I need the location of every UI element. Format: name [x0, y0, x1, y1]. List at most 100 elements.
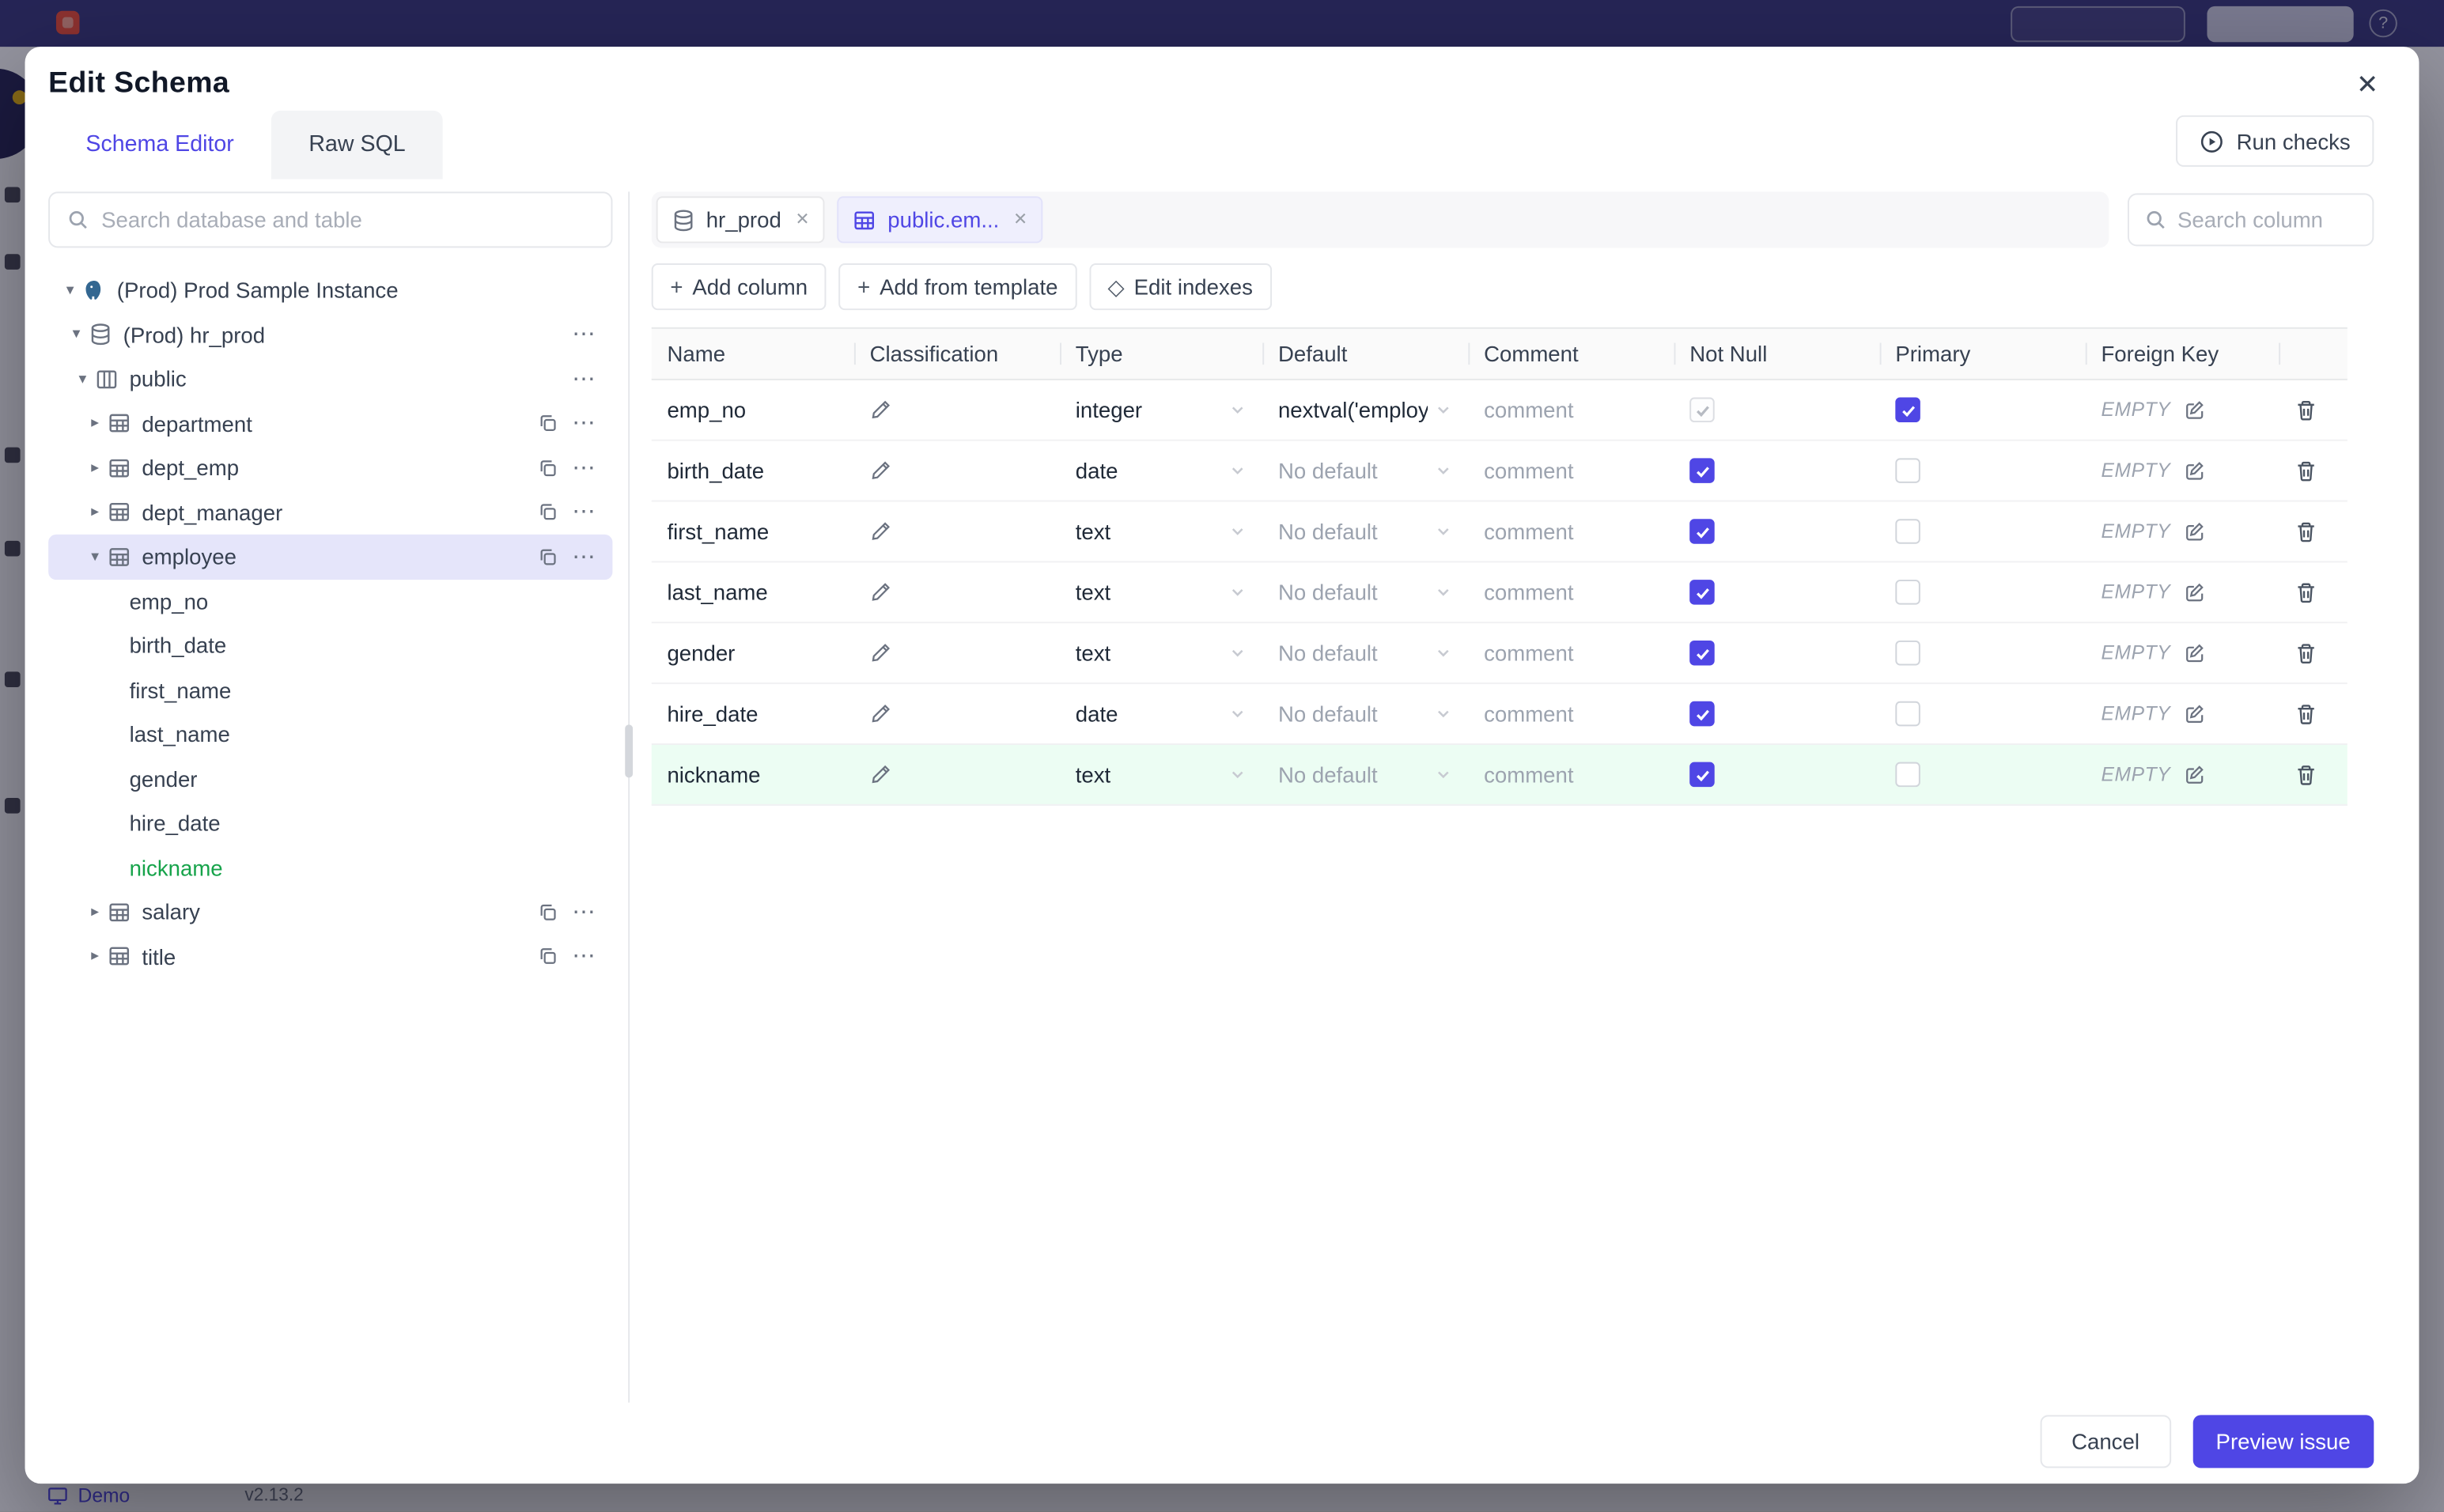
tree-item-prod-prod-sample-instance[interactable]: ▾ (Prod) Prod Sample Instance [48, 268, 612, 312]
caret-right-icon[interactable]: ▸ [82, 459, 108, 477]
more-actions-icon[interactable]: ⋯ [572, 456, 597, 480]
default-select[interactable]: No default [1278, 701, 1453, 726]
close-icon[interactable]: ✕ [2356, 71, 2378, 98]
type-select[interactable]: date [1076, 701, 1247, 726]
toolbar-add-from-template-button[interactable]: + Add from template [838, 263, 1077, 311]
type-select[interactable]: text [1076, 519, 1247, 544]
edit-foreign-key-button[interactable] [2183, 520, 2205, 542]
splitter-handle[interactable] [625, 724, 634, 778]
not-null-checkbox[interactable] [1689, 640, 1715, 666]
comment-input[interactable] [1484, 762, 1659, 788]
close-tab-icon[interactable]: ✕ [796, 210, 810, 229]
preview-issue-button[interactable]: Preview issue [2192, 1415, 2374, 1469]
copy-icon[interactable] [538, 902, 558, 923]
default-select[interactable]: No default [1278, 580, 1453, 605]
comment-input[interactable] [1484, 701, 1659, 727]
delete-column-button[interactable] [2295, 763, 2318, 787]
edit-foreign-key-button[interactable] [2183, 459, 2205, 482]
copy-icon[interactable] [538, 502, 558, 523]
tree-item-department[interactable]: ▸ department ⋯ [48, 401, 612, 445]
caret-right-icon[interactable]: ▸ [82, 903, 108, 920]
not-null-checkbox[interactable] [1689, 762, 1715, 788]
edit-classification-button[interactable] [870, 703, 892, 725]
editor-tab-public-em[interactable]: public.em... ✕ [838, 196, 1043, 244]
tree-item-emp-no[interactable]: emp_no [48, 579, 612, 623]
edit-foreign-key-button[interactable] [2183, 581, 2205, 603]
more-actions-icon[interactable]: ⋯ [572, 368, 597, 391]
toolbar-edit-indexes-button[interactable]: ◇ Edit indexes [1088, 263, 1272, 311]
tree-item-last-name[interactable]: last_name [48, 713, 612, 757]
tree-item-dept-emp[interactable]: ▸ dept_emp ⋯ [48, 446, 612, 490]
primary-checkbox[interactable] [1895, 458, 1920, 483]
comment-input[interactable] [1484, 519, 1659, 544]
caret-down-icon[interactable]: ▾ [70, 371, 96, 388]
tree-item-nickname[interactable]: nickname [48, 845, 612, 890]
cancel-button[interactable]: Cancel [2040, 1415, 2171, 1469]
copy-icon[interactable] [538, 414, 558, 434]
caret-right-icon[interactable]: ▸ [82, 415, 108, 433]
close-tab-icon[interactable]: ✕ [1013, 210, 1027, 229]
comment-input[interactable] [1484, 397, 1659, 423]
copy-icon[interactable] [538, 546, 558, 567]
more-actions-icon[interactable]: ⋯ [572, 945, 597, 969]
edit-foreign-key-button[interactable] [2183, 703, 2205, 725]
more-actions-icon[interactable]: ⋯ [572, 501, 597, 524]
more-actions-icon[interactable]: ⋯ [572, 323, 597, 346]
tree-item-employee[interactable]: ▾ employee ⋯ [48, 534, 613, 580]
comment-input[interactable] [1484, 458, 1659, 483]
comment-input[interactable] [1484, 640, 1659, 666]
not-null-checkbox[interactable] [1689, 519, 1715, 544]
run-checks-button[interactable]: Run checks [2175, 115, 2374, 167]
not-null-checkbox[interactable] [1689, 701, 1715, 727]
delete-column-button[interactable] [2295, 580, 2318, 604]
tree-item-birth-date[interactable]: birth_date [48, 623, 612, 667]
delete-column-button[interactable] [2295, 399, 2318, 422]
default-select[interactable]: No default [1278, 458, 1453, 483]
type-select[interactable]: date [1076, 458, 1247, 483]
delete-column-button[interactable] [2295, 702, 2318, 726]
default-select[interactable]: nextval('employ [1278, 398, 1453, 422]
editor-tab-hr-prod[interactable]: hr_prod ✕ [656, 196, 826, 244]
primary-checkbox[interactable] [1895, 397, 1920, 423]
copy-icon[interactable] [538, 458, 558, 478]
more-actions-icon[interactable]: ⋯ [572, 412, 597, 436]
tree-item-hire-date[interactable]: hire_date [48, 801, 612, 845]
primary-checkbox[interactable] [1895, 701, 1920, 727]
type-select[interactable]: text [1076, 762, 1247, 787]
edit-foreign-key-button[interactable] [2183, 642, 2205, 664]
tab-schema-editor[interactable]: Schema Editor [48, 110, 272, 180]
copy-icon[interactable] [538, 947, 558, 967]
more-actions-icon[interactable]: ⋯ [572, 901, 597, 924]
caret-right-icon[interactable]: ▸ [82, 948, 108, 966]
delete-column-button[interactable] [2295, 641, 2318, 665]
edit-foreign-key-button[interactable] [2183, 764, 2205, 786]
type-select[interactable]: integer [1076, 398, 1247, 422]
default-select[interactable]: No default [1278, 762, 1453, 787]
caret-down-icon[interactable]: ▾ [82, 548, 108, 565]
not-null-checkbox[interactable] [1689, 458, 1715, 483]
default-select[interactable]: No default [1278, 641, 1453, 665]
tab-raw-sql[interactable]: Raw SQL [271, 110, 444, 180]
edit-foreign-key-button[interactable] [2183, 399, 2205, 421]
caret-down-icon[interactable]: ▾ [58, 282, 83, 299]
delete-column-button[interactable] [2295, 459, 2318, 482]
tree-item-prod-hr-prod[interactable]: ▾ (Prod) hr_prod ⋯ [48, 312, 612, 357]
primary-checkbox[interactable] [1895, 640, 1920, 666]
tree-item-public[interactable]: ▾ public ⋯ [48, 357, 612, 401]
tree-item-gender[interactable]: gender [48, 757, 612, 801]
tree-item-salary[interactable]: ▸ salary ⋯ [48, 890, 612, 934]
edit-classification-button[interactable] [870, 764, 892, 786]
more-actions-icon[interactable]: ⋯ [572, 545, 597, 569]
edit-classification-button[interactable] [870, 581, 892, 603]
toolbar-add-column-button[interactable]: + Add column [651, 263, 827, 311]
edit-classification-button[interactable] [870, 459, 892, 482]
tree-item-title[interactable]: ▸ title ⋯ [48, 934, 612, 978]
database-search-input[interactable] [101, 207, 594, 232]
edit-classification-button[interactable] [870, 399, 892, 421]
not-null-checkbox[interactable] [1689, 580, 1715, 605]
type-select[interactable]: text [1076, 580, 1247, 605]
caret-right-icon[interactable]: ▸ [82, 504, 108, 521]
primary-checkbox[interactable] [1895, 580, 1920, 605]
tree-item-dept-manager[interactable]: ▸ dept_manager ⋯ [48, 490, 612, 535]
column-search-input[interactable] [2177, 207, 2357, 232]
